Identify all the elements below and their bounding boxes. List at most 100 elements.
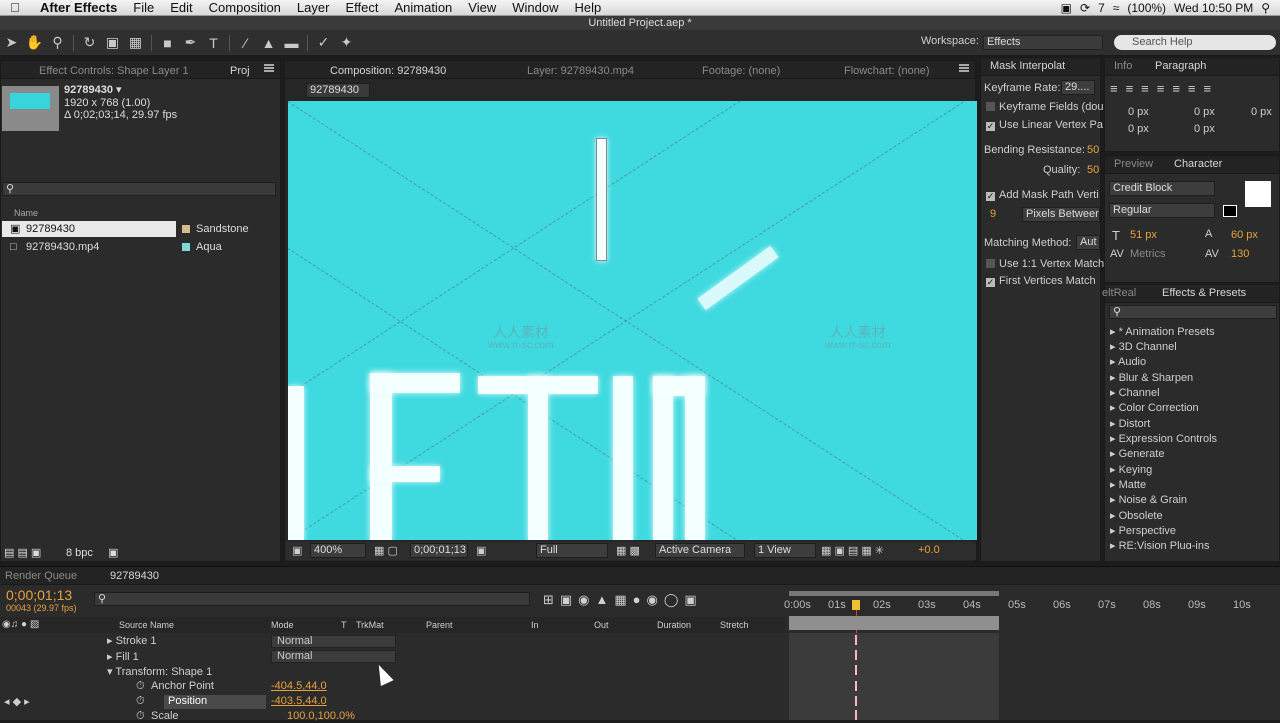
project-search-input[interactable]: ⚲	[2, 182, 276, 196]
font-dropdown[interactable]: Credit Block	[1109, 181, 1215, 196]
stopwatch-icon[interactable]: ⏱	[136, 695, 145, 708]
tab-effects-presets[interactable]: Effects & Presets	[1162, 285, 1246, 301]
style-dropdown[interactable]: Regular	[1109, 203, 1215, 218]
tab-footage[interactable]: Footage: (none)	[702, 63, 780, 79]
fit-icon[interactable]: ▦ ▢	[374, 544, 398, 557]
shape-layer-stroke[interactable]	[596, 138, 607, 261]
bpc-label[interactable]: 8 bpc	[66, 545, 93, 561]
search-help-input[interactable]: Search Help	[1114, 35, 1276, 50]
status-num[interactable]: 7	[1098, 1, 1105, 15]
hand-tool-icon[interactable]: ✋	[23, 32, 46, 54]
scale-value[interactable]: 100.0,100.0%	[287, 710, 355, 722]
effect-category[interactable]: ▸ Matte	[1110, 478, 1146, 491]
quality-value[interactable]: 50	[1087, 164, 1099, 176]
fill-color-swatch[interactable]	[1245, 181, 1271, 207]
menu-window[interactable]: Window	[504, 0, 566, 15]
pen-tool-icon[interactable]: ✒	[179, 32, 202, 54]
stopwatch-icon[interactable]: ⏱	[136, 710, 145, 723]
work-area-bar[interactable]	[789, 591, 999, 596]
timeline-switch-icons[interactable]: ⊞▣◉▲▦●◉◯▣	[543, 592, 703, 608]
pixels-between-dropdown[interactable]: Pixels Between	[1022, 207, 1100, 222]
vertex-count[interactable]: 9	[990, 208, 996, 220]
transparency-icon[interactable]: ▦ ▩	[616, 544, 640, 557]
kerning-value[interactable]: Metrics	[1130, 248, 1165, 260]
tab-character[interactable]: Character	[1174, 156, 1222, 172]
effect-category[interactable]: ▸ Expression Controls	[1110, 432, 1217, 445]
layer-row[interactable]: ▸ Stroke 1	[107, 634, 157, 647]
clock[interactable]: Wed 10:50 PM	[1174, 1, 1253, 15]
type-tool-icon[interactable]: T	[202, 32, 225, 54]
keyframe-marker[interactable]	[855, 650, 857, 660]
menu-layer[interactable]: Layer	[289, 0, 338, 15]
search-icon[interactable]: ⚲	[1261, 1, 1270, 15]
timeline-timecode[interactable]: 0;00;01;13	[6, 587, 72, 603]
timeline-search-input[interactable]: ⚲	[94, 592, 530, 606]
rectangle-tool-icon[interactable]: ■	[156, 32, 179, 54]
tab-flowchart[interactable]: Flowchart: (none)	[844, 63, 930, 79]
col-trkmat[interactable]: TrkMat	[356, 620, 384, 630]
menu-edit[interactable]: Edit	[162, 0, 200, 15]
menu-view[interactable]: View	[460, 0, 504, 15]
project-row-name[interactable]: 92789430	[26, 221, 75, 237]
effect-category[interactable]: ▸ Noise & Grain	[1110, 493, 1187, 506]
menu-composition[interactable]: Composition	[201, 0, 289, 15]
bending-value[interactable]: 50	[1087, 144, 1099, 156]
timecode-field[interactable]: 0;00;01;13	[410, 543, 468, 558]
indent-first-value[interactable]: 0 px	[1251, 106, 1272, 118]
first-vertices-check[interactable]: ✓ First Vertices Match	[986, 275, 1096, 287]
indent-right-value[interactable]: 0 px	[1194, 106, 1215, 118]
col-mode[interactable]: Mode	[271, 620, 294, 630]
tab-composition[interactable]: Composition: 92789430	[330, 63, 446, 79]
clone-stamp-tool-icon[interactable]: ▲	[257, 32, 280, 54]
space-after-value[interactable]: 0 px	[1194, 123, 1215, 135]
effect-category[interactable]: ▸ Obsolete	[1110, 509, 1163, 522]
zoom-tool-icon[interactable]: ⚲	[46, 32, 69, 54]
roto-brush-tool-icon[interactable]: ✓	[312, 32, 335, 54]
effect-category[interactable]: ▸ Channel	[1110, 386, 1160, 399]
tab-paragraph[interactable]: Paragraph	[1155, 58, 1206, 74]
camera-tool-icon[interactable]: ▣	[101, 32, 124, 54]
col-parent[interactable]: Parent	[426, 620, 453, 630]
rotate-tool-icon[interactable]: ↻	[78, 32, 101, 54]
panel-menu-icon[interactable]	[959, 64, 969, 72]
tab-render-queue[interactable]: Render Queue	[5, 568, 77, 584]
indent-left-value[interactable]: 0 px	[1128, 106, 1149, 118]
matching-dropdown[interactable]: Aut	[1076, 235, 1100, 250]
vertex-match-check[interactable]: Use 1:1 Vertex Match	[986, 258, 1104, 270]
brush-tool-icon[interactable]: ∕	[234, 32, 257, 54]
anchor-point-value[interactable]: -404.5,44.0	[271, 680, 327, 692]
trash-icon[interactable]: ▣	[108, 545, 118, 561]
black-swatch[interactable]	[1223, 205, 1237, 217]
menu-effect[interactable]: Effect	[337, 0, 386, 15]
position-value[interactable]: -403.5,44.0	[271, 695, 327, 707]
col-stretch[interactable]: Stretch	[720, 620, 749, 630]
puppet-tool-icon[interactable]: ✦	[335, 32, 358, 54]
col-t[interactable]: T	[341, 620, 347, 630]
mode-dropdown[interactable]: Normal	[271, 635, 396, 648]
resolution-dropdown[interactable]: Full	[536, 543, 608, 558]
playhead[interactable]	[852, 600, 860, 610]
effect-category[interactable]: ▸ * Animation Presets	[1110, 325, 1215, 338]
timeline-av-icons[interactable]: ◉♫ ● ▨	[2, 619, 39, 630]
add-vertices-check[interactable]: ✓ Add Mask Path Verti	[986, 189, 1099, 201]
grid-icon[interactable]: ▣	[292, 544, 302, 557]
keyframe-fields-check[interactable]: Keyframe Fields (dou	[986, 101, 1104, 113]
keyframe-marker[interactable]	[855, 681, 857, 691]
menu-help[interactable]: Help	[566, 0, 609, 15]
keyframe-marker[interactable]	[855, 635, 857, 645]
font-size-value[interactable]: 51 px	[1130, 229, 1157, 241]
camera-dropdown[interactable]: Active Camera	[655, 543, 745, 558]
effect-category[interactable]: ▸ Perspective	[1110, 524, 1176, 537]
effect-category[interactable]: ▸ RE:Vision Plug-ins	[1110, 539, 1209, 549]
layer-row[interactable]: ▾ Transform: Shape 1	[107, 665, 212, 678]
col-source-name[interactable]: Source Name	[119, 620, 174, 630]
mode-dropdown[interactable]: Normal	[271, 650, 396, 663]
tab-layer[interactable]: Layer: 92789430.mp4	[527, 63, 634, 79]
space-before-value[interactable]: 0 px	[1128, 123, 1149, 135]
exposure-value[interactable]: +0.0	[918, 544, 940, 556]
effect-category[interactable]: ▸ 3D Channel	[1110, 340, 1177, 353]
snapshot-icon[interactable]: ▣	[476, 544, 486, 557]
apple-icon[interactable]: 	[0, 0, 30, 15]
effect-category[interactable]: ▸ Keying	[1110, 463, 1152, 476]
selection-tool-icon[interactable]: ➤	[0, 32, 23, 54]
